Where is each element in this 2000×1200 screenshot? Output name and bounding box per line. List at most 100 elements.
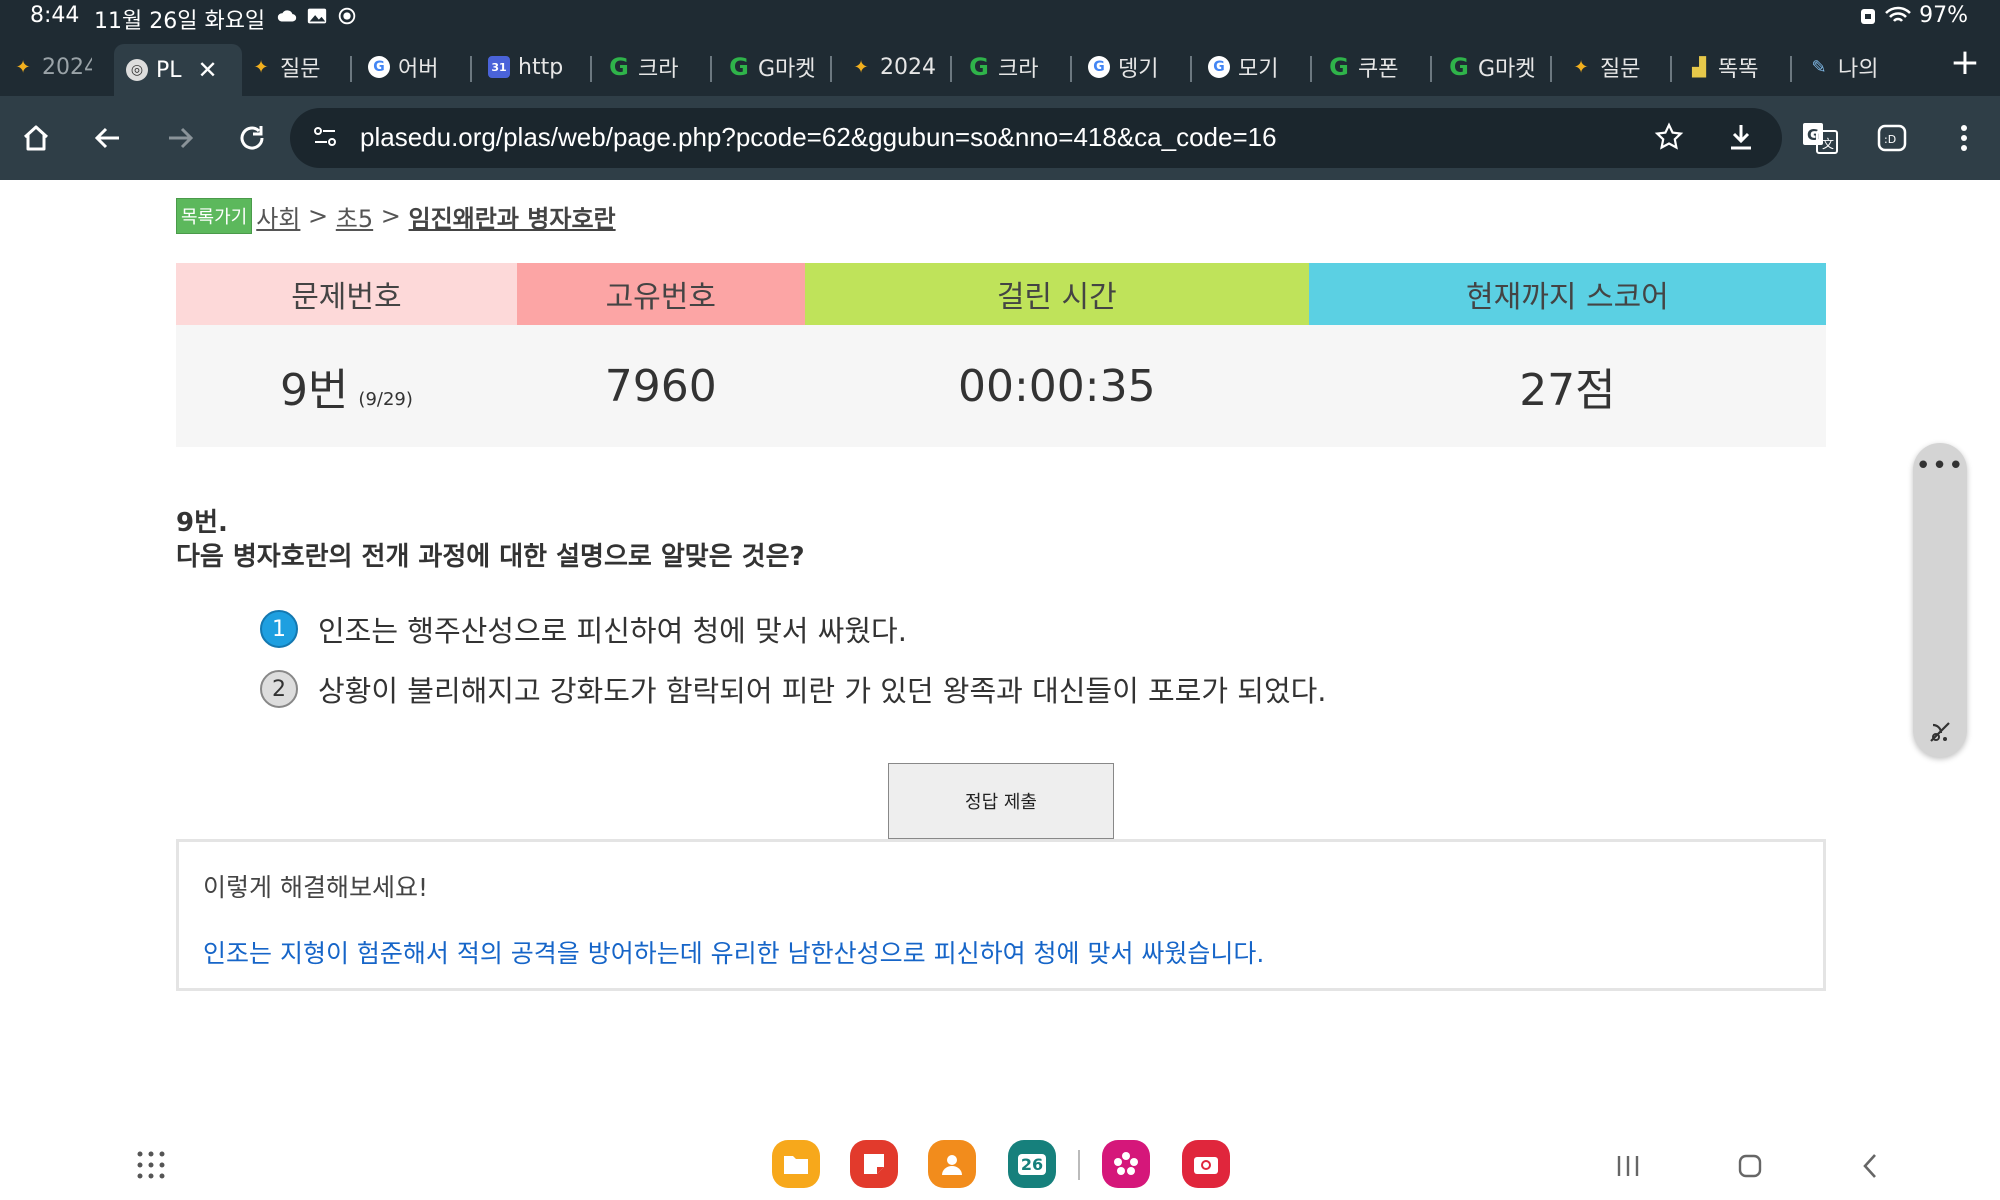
app-drawer-icon[interactable]: [136, 1150, 166, 1180]
back-button[interactable]: [84, 114, 132, 162]
tab-active[interactable]: ◎ PL ✕: [114, 44, 242, 96]
samsung-dex-button[interactable]: :D: [1868, 114, 1916, 162]
menu-button[interactable]: [1940, 114, 1988, 162]
tab[interactable]: ✦ 2024: [12, 44, 92, 90]
status-bar: 8:44 11월 26일 화요일 97%: [0, 0, 2000, 34]
star-icon: ✦: [853, 56, 869, 78]
breadcrumb-separator: >: [373, 202, 409, 230]
tab[interactable]: G 모기: [1208, 44, 1293, 90]
tab[interactable]: ▟ 똑똑: [1688, 44, 1773, 90]
question-number: 9번.: [176, 508, 228, 538]
breadcrumb-subject[interactable]: 사회: [256, 199, 300, 234]
tab[interactable]: G 크라: [608, 44, 693, 90]
star-icon: ✦: [15, 56, 31, 78]
option-text[interactable]: 인조는 행주산성으로 피신하여 청에 맞서 싸웠다.: [318, 608, 907, 650]
tab-divider: [470, 56, 472, 82]
tab-divider: [1190, 56, 1192, 82]
green-g-icon: G: [1329, 53, 1349, 81]
forward-button[interactable]: [156, 114, 204, 162]
submit-answer-button[interactable]: 정답 제출: [888, 763, 1114, 839]
star-icon: ✦: [253, 56, 269, 78]
time-taken-value: 00:00:35: [804, 325, 1309, 447]
camera-app-icon[interactable]: [1182, 1140, 1230, 1188]
tab-divider: [710, 56, 712, 82]
status-date: 11월 26일 화요일: [94, 9, 266, 34]
wifi-icon: [1885, 6, 1911, 22]
list-button[interactable]: 목록가기: [176, 198, 253, 234]
gallery-app-icon[interactable]: [1102, 1140, 1150, 1188]
status-time: 8:44: [30, 3, 80, 28]
header-score: 현재까지 스코어: [1308, 263, 1826, 325]
camera-icon: [1194, 1157, 1218, 1174]
download-icon[interactable]: [1726, 122, 1756, 152]
gallery-icon: [307, 8, 327, 24]
new-tab-button[interactable]: +: [1950, 42, 1980, 83]
green-g-icon: G: [609, 53, 629, 81]
tab[interactable]: G 크라: [968, 44, 1053, 90]
chevron-left-icon: [1863, 1154, 1876, 1178]
tab[interactable]: 31 http: [488, 44, 573, 90]
header-time-taken: 걸린 시간: [804, 263, 1309, 325]
green-g-icon: G: [1449, 53, 1469, 81]
tab-divider: [1790, 56, 1792, 82]
my-files-app-icon[interactable]: [772, 1140, 820, 1188]
contacts-app-icon[interactable]: [928, 1140, 976, 1188]
answer-option-1[interactable]: 1 인조는 행주산성으로 피신하여 청에 맞서 싸웠다.: [260, 608, 907, 650]
home-square-icon: [1738, 1154, 1762, 1178]
edge-panel-handle[interactable]: •••: [1913, 443, 1967, 757]
breadcrumb-grade[interactable]: 초5: [336, 199, 373, 234]
tab[interactable]: G 쿠폰: [1328, 44, 1413, 90]
browser-toolbar: plasedu.org/plas/web/page.php?pcode=62&g…: [0, 96, 2000, 180]
home-nav-button[interactable]: [1730, 1148, 1770, 1184]
url-text[interactable]: plasedu.org/plas/web/page.php?pcode=62&g…: [360, 122, 1277, 153]
tab-divider: [590, 56, 592, 82]
reload-icon: [240, 126, 264, 150]
tab-divider: [350, 56, 352, 82]
option-number-badge[interactable]: 2: [260, 670, 298, 708]
tab[interactable]: ✦ 질문: [250, 44, 335, 90]
reload-button[interactable]: [228, 114, 276, 162]
more-horiz-icon[interactable]: •••: [1913, 451, 1967, 481]
calendar-app-icon[interactable]: 26: [1008, 1140, 1056, 1188]
bookmark-star-icon[interactable]: [1654, 122, 1684, 152]
svg-text::D: :D: [1884, 133, 1896, 146]
question-number-value: 9번: [279, 365, 349, 416]
tab[interactable]: ✦ 2024: [850, 44, 935, 90]
tab[interactable]: ✎ 나의: [1808, 44, 1893, 90]
score-table: 문제번호 고유번호 걸린 시간 현재까지 스코어 9번 (9/29) 7960 0…: [176, 263, 1826, 447]
tab[interactable]: G 뎅기: [1088, 44, 1173, 90]
cloud-icon: [277, 10, 297, 22]
google-icon: G: [1088, 56, 1110, 78]
close-icon[interactable]: ✕: [198, 56, 218, 84]
chart-icon: ▟: [1692, 56, 1706, 78]
question-progress: (9/29): [358, 389, 413, 410]
green-g-icon: G: [969, 53, 989, 81]
breadcrumb-separator: >: [300, 202, 336, 230]
recent-apps-button[interactable]: [1608, 1148, 1648, 1184]
tab-divider: [1070, 56, 1072, 82]
question-text: 다음 병자호란의 전개 과정에 대한 설명으로 알맞은 것은?: [176, 542, 805, 572]
header-unique-id: 고유번호: [516, 263, 805, 325]
tab[interactable]: G G마켓: [728, 44, 823, 90]
arrow-right-icon: [169, 127, 194, 149]
back-nav-button[interactable]: [1850, 1148, 1890, 1184]
breadcrumb-unit[interactable]: 임진왜란과 병자호란: [409, 199, 616, 234]
hide-panel-icon[interactable]: [1927, 719, 1953, 745]
calendar-icon: 31: [488, 56, 510, 78]
translate-button[interactable]: G文: [1796, 114, 1844, 162]
tab-divider: [1430, 56, 1432, 82]
smile-icon: :D: [1877, 124, 1907, 152]
tab[interactable]: G 어버: [368, 44, 453, 90]
tab[interactable]: ✦ 질문: [1570, 44, 1655, 90]
notes-app-icon[interactable]: [850, 1140, 898, 1188]
tab[interactable]: G G마켓: [1448, 44, 1543, 90]
option-text[interactable]: 상황이 불리해지고 강화도가 함락되어 피란 가 있던 왕족과 대신들이 포로가…: [318, 668, 1327, 710]
flower-icon: [1114, 1152, 1138, 1175]
header-question-number: 문제번호: [176, 263, 517, 325]
address-bar[interactable]: plasedu.org/plas/web/page.php?pcode=62&g…: [290, 108, 1782, 168]
answer-option-2[interactable]: 2 상황이 불리해지고 강화도가 함락되어 피란 가 있던 왕족과 대신들이 포…: [260, 668, 1327, 710]
breadcrumb: 목록가기 사회 > 초5 > 임진왜란과 병자호란: [176, 198, 616, 234]
site-settings-icon[interactable]: [312, 124, 338, 150]
home-button[interactable]: [12, 114, 60, 162]
option-number-badge[interactable]: 1: [260, 610, 298, 648]
